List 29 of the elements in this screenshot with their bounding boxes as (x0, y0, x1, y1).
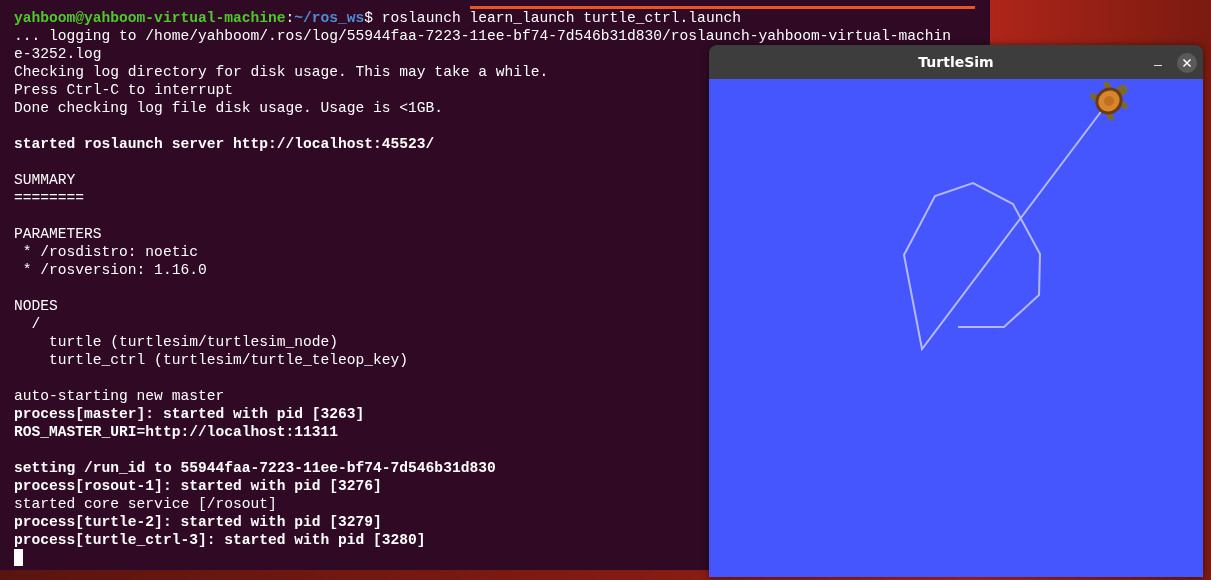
terminal-line: Done checking log file disk usage. Usage is <1GB. (14, 99, 444, 117)
terminal-line: started core service [/rosout] (14, 495, 277, 513)
terminal-line: process[rosout-1]: started with pid [3276] (14, 477, 382, 495)
terminal-line: ... logging to /home/yahboom/.ros/log/55944faa-7223-11ee-bf74-7d546b31d830/roslaunch-yahboom-virtual-machin (14, 27, 952, 45)
window-title: TurtleSim (918, 54, 994, 70)
close-icon (1182, 58, 1192, 68)
terminal-line: / (30, 315, 41, 333)
terminal-line: process[master]: started with pid [3263] (14, 405, 365, 423)
terminal-line: Press Ctrl-C to interrupt (14, 81, 233, 99)
terminal-line: NODES (14, 297, 58, 315)
turtle-icon (1090, 81, 1128, 121)
terminal-line: ======== (14, 189, 85, 207)
terminal-line: auto-starting new master (14, 387, 225, 405)
terminal-line: ROS_MASTER_URI=http://localhost:11311 (14, 423, 339, 441)
terminal-line: turtle (turtlesim/turtlesim_node) (48, 333, 339, 351)
terminal-line: e-3252.log (14, 45, 102, 63)
terminal-line: setting /run_id to 55944faa-7223-11ee-bf74-7d546b31d830 (14, 459, 496, 477)
terminal-line: SUMMARY (14, 171, 76, 189)
terminal-line: PARAMETERS (14, 225, 102, 243)
cursor-icon (14, 549, 23, 566)
terminal-line: started roslaunch server http://localhost:45523/ (14, 135, 435, 153)
terminal-line: * /rosversion: 1.16.0 (21, 261, 207, 279)
terminal-line: process[turtle_ctrl-3]: started with pid [3280] (14, 531, 426, 549)
terminal-line: * /rosdistro: noetic (21, 243, 198, 261)
terminal-line: turtle_ctrl (turtlesim/turtle_teleop_key) (48, 351, 409, 369)
terminal-line: process[turtle-2]: started with pid [3279] (14, 513, 382, 531)
terminal-line: Checking log directory for disk usage. This may take a while. (14, 63, 549, 81)
command-prompt: yahboom@yahboom-virtual-machine:~/ros_ws$ roslaunch learn_launch turtle_ctrl.launch (14, 9, 741, 27)
close-button[interactable] (1177, 53, 1197, 73)
